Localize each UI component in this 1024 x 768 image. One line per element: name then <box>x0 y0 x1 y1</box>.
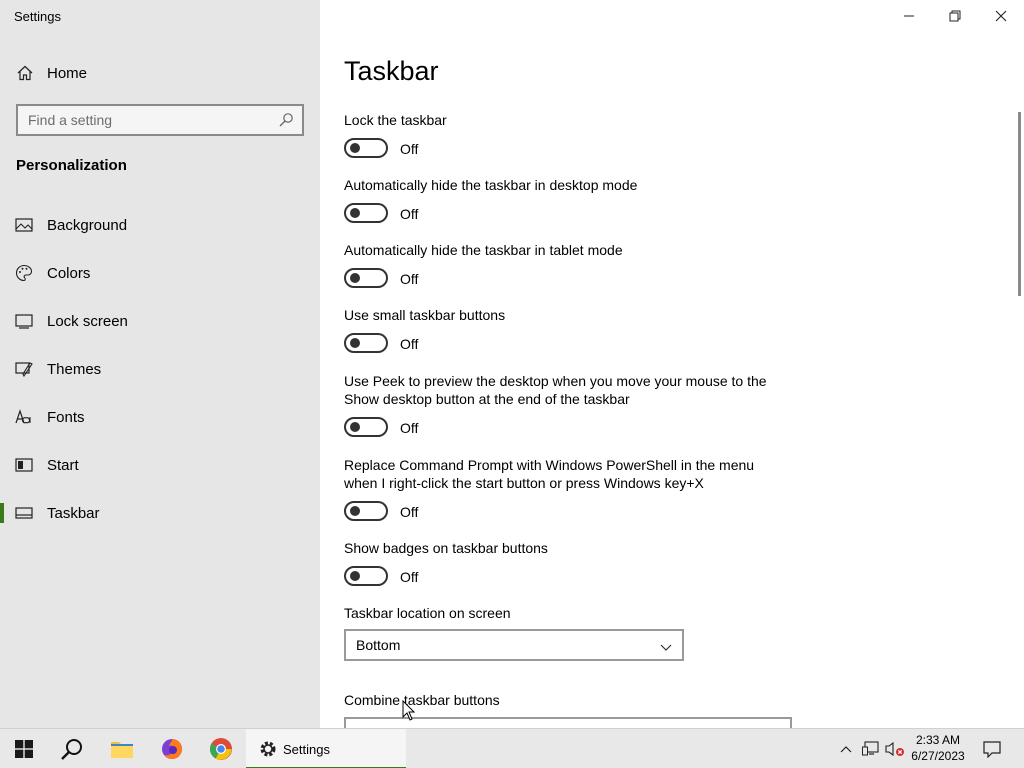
toggle-state: Off <box>400 206 419 222</box>
toggle-state: Off <box>400 420 419 436</box>
small-buttons-toggle[interactable] <box>344 333 388 353</box>
setting-label: Use Peek to preview the desktop when you… <box>344 373 767 407</box>
volume-button[interactable] <box>884 729 906 768</box>
toggle-knob <box>350 338 360 348</box>
minimize-button[interactable] <box>886 0 932 32</box>
show-hidden-icons-button[interactable] <box>836 729 856 768</box>
active-indicator <box>0 503 4 523</box>
start-icon <box>15 456 33 474</box>
gear-icon <box>260 741 276 757</box>
search-input[interactable]: Find a setting <box>16 104 304 136</box>
badges-toggle[interactable] <box>344 566 388 586</box>
toggle-state: Off <box>400 141 419 157</box>
toggle-state: Off <box>400 504 419 520</box>
setting-label: Use small taskbar buttons <box>344 307 506 323</box>
windows-logo-icon <box>15 740 33 758</box>
taskbar-search-button[interactable] <box>48 729 96 768</box>
page-title: Taskbar <box>344 56 439 86</box>
chrome-button[interactable] <box>197 729 245 768</box>
firefox-icon <box>162 739 182 759</box>
settings-taskbar-button[interactable]: Settings <box>246 729 406 768</box>
taskbar: Settings 2:33 AM 6/27/2023 <box>0 728 1024 768</box>
close-icon <box>995 10 1007 22</box>
taskbar-location-dropdown[interactable]: Bottom <box>344 629 684 661</box>
setting-label: Replace Command Prompt with Windows Powe… <box>344 457 755 491</box>
system-clock[interactable]: 2:33 AM 6/27/2023 <box>905 732 971 764</box>
chevron-up-icon <box>840 746 852 753</box>
toggle-knob <box>350 273 360 283</box>
setting-label: Show badges on taskbar buttons <box>344 540 548 556</box>
search-icon[interactable] <box>278 112 294 128</box>
sidebar-item-fonts[interactable]: Fonts <box>0 397 320 437</box>
dropdown-value: Bottom <box>356 637 401 653</box>
search-icon <box>61 739 82 760</box>
sidebar-item-start[interactable]: Start <box>0 445 320 485</box>
minimize-icon <box>904 15 914 17</box>
file-explorer-button[interactable] <box>98 729 146 768</box>
restore-icon <box>949 10 961 22</box>
toggle-knob <box>350 422 360 432</box>
themes-icon <box>15 360 33 378</box>
sidebar-item-label: Themes <box>47 360 102 378</box>
toggle-knob <box>350 506 360 516</box>
sidebar-item-label: Colors <box>47 264 91 282</box>
toggle-state: Off <box>400 569 419 585</box>
autohide-desktop-toggle[interactable] <box>344 203 388 223</box>
home-label: Home <box>47 64 88 82</box>
settings-taskbar-label: Settings <box>283 741 330 757</box>
taskbar-icon <box>15 504 33 522</box>
chrome-icon <box>210 738 232 760</box>
sidebar-item-label: Taskbar <box>47 504 100 522</box>
sidebar-item-label: Start <box>47 456 79 474</box>
sidebar-item-colors[interactable]: Colors <box>0 253 320 293</box>
peek-toggle[interactable] <box>344 417 388 437</box>
sidebar-item-label: Lock screen <box>47 312 128 330</box>
setting-label: Automatically hide the taskbar in tablet… <box>344 242 623 258</box>
clock-date: 6/27/2023 <box>911 749 965 763</box>
sidebar-item-themes[interactable]: Themes <box>0 349 320 389</box>
palette-icon <box>15 264 33 282</box>
action-center-button[interactable] <box>978 729 1006 768</box>
location-label: Taskbar location on screen <box>344 605 511 621</box>
autohide-tablet-toggle[interactable] <box>344 268 388 288</box>
sidebar-item-taskbar[interactable]: Taskbar <box>0 493 320 533</box>
lock-screen-icon <box>15 312 33 330</box>
sidebar-item-label: Background <box>47 216 128 234</box>
sidebar-item-lock-screen[interactable]: Lock screen <box>0 301 320 341</box>
setting-label: Lock the taskbar <box>344 112 447 128</box>
sidebar-item-label: Fonts <box>47 408 85 426</box>
fonts-icon <box>15 408 33 426</box>
notification-icon <box>983 741 1001 758</box>
settings-window: Settings Home Find a setting Personaliza… <box>0 0 1024 737</box>
lock-taskbar-toggle[interactable] <box>344 138 388 158</box>
toggle-state: Off <box>400 336 419 352</box>
close-button[interactable] <box>978 0 1024 32</box>
search-placeholder: Find a setting <box>28 112 113 128</box>
toggle-state: Off <box>400 271 419 287</box>
sidebar: Settings Home Find a setting Personaliza… <box>0 0 320 728</box>
folder-icon <box>111 742 133 758</box>
toggle-knob <box>350 208 360 218</box>
firefox-button[interactable] <box>148 729 196 768</box>
mouse-cursor-icon <box>402 699 416 722</box>
home-icon <box>16 64 34 82</box>
toggle-knob <box>350 143 360 153</box>
home-nav-item[interactable]: Home <box>16 62 87 84</box>
section-title: Personalization <box>16 157 127 174</box>
sidebar-item-background[interactable]: Background <box>0 205 320 245</box>
powershell-toggle[interactable] <box>344 501 388 521</box>
start-button[interactable] <box>0 729 48 768</box>
scrollbar-thumb[interactable] <box>1018 112 1021 296</box>
network-button[interactable] <box>860 729 882 768</box>
toggle-knob <box>350 571 360 581</box>
clock-time: 2:33 AM <box>915 733 961 747</box>
picture-icon <box>15 216 33 234</box>
window-title: Settings <box>14 9 61 24</box>
chevron-down-icon <box>660 640 672 651</box>
restore-button[interactable] <box>932 0 978 32</box>
setting-label: Automatically hide the taskbar in deskto… <box>344 177 638 193</box>
network-icon <box>862 741 879 756</box>
volume-muted-icon <box>885 741 904 757</box>
